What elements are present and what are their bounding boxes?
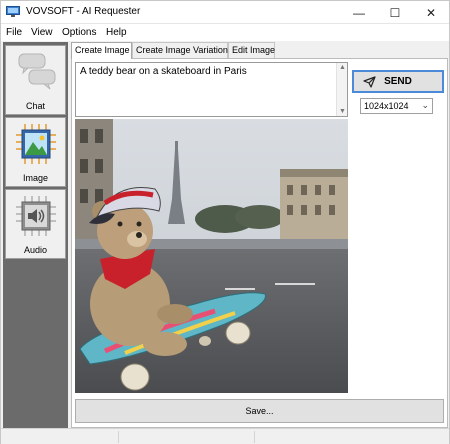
generated-image-graphic bbox=[75, 119, 348, 393]
sidebar: Chat Image Audio bbox=[3, 42, 68, 428]
image-size-select[interactable]: 1024x1024 ⌄ bbox=[360, 98, 433, 114]
window-title: VOVSOFT - AI Requester bbox=[26, 6, 141, 17]
title-bar: VOVSOFT - AI Requester — ☐ ✕ bbox=[1, 1, 449, 24]
prompt-textarea[interactable]: A teddy bear on a skateboard in Paris ▲ … bbox=[75, 62, 348, 117]
scroll-down-icon[interactable]: ▼ bbox=[339, 108, 346, 115]
image-size-value: 1024x1024 bbox=[364, 101, 409, 111]
minimize-button[interactable]: — bbox=[341, 1, 377, 24]
sidebar-item-label: Image bbox=[22, 173, 48, 183]
menu-file[interactable]: File bbox=[6, 27, 22, 38]
menu-view[interactable]: View bbox=[31, 27, 53, 38]
menu-help[interactable]: Help bbox=[106, 27, 127, 38]
send-button[interactable]: SEND bbox=[352, 70, 444, 93]
close-button[interactable]: ✕ bbox=[413, 1, 449, 24]
tab-create-image-variation[interactable]: Create Image Variation bbox=[132, 42, 228, 58]
status-cell bbox=[255, 431, 449, 443]
status-cell bbox=[119, 431, 255, 443]
chevron-down-icon: ⌄ bbox=[421, 100, 429, 110]
prompt-text: A teddy bear on a skateboard in Paris bbox=[80, 66, 247, 77]
image-chip-icon bbox=[16, 124, 56, 164]
sidebar-item-image[interactable]: Image bbox=[5, 117, 66, 187]
tab-create-image[interactable]: Create Image bbox=[71, 42, 132, 59]
save-button[interactable]: Save... bbox=[75, 399, 444, 423]
status-bar bbox=[1, 428, 449, 444]
maximize-button[interactable]: ☐ bbox=[377, 1, 413, 24]
status-cell bbox=[1, 431, 119, 443]
speaker-chip-icon bbox=[16, 196, 56, 236]
app-monitor-icon bbox=[6, 6, 20, 17]
send-arrow-icon bbox=[363, 76, 376, 88]
scroll-up-icon[interactable]: ▲ bbox=[339, 64, 346, 71]
prompt-scrollbar[interactable]: ▲ ▼ bbox=[336, 63, 347, 116]
generated-image bbox=[75, 119, 348, 393]
menu-bar: File View Options Help bbox=[1, 24, 449, 41]
app-window: VOVSOFT - AI Requester — ☐ ✕ File View O… bbox=[0, 0, 450, 444]
sidebar-item-chat[interactable]: Chat bbox=[5, 45, 66, 115]
sidebar-item-audio[interactable]: Audio bbox=[5, 189, 66, 259]
menu-options[interactable]: Options bbox=[62, 27, 96, 38]
sidebar-item-label: Audio bbox=[23, 245, 48, 255]
sidebar-item-label: Chat bbox=[25, 101, 45, 111]
chat-bubbles-icon bbox=[18, 53, 56, 90]
tab-edit-image[interactable]: Edit Image bbox=[228, 42, 275, 58]
send-button-label: SEND bbox=[384, 76, 412, 87]
